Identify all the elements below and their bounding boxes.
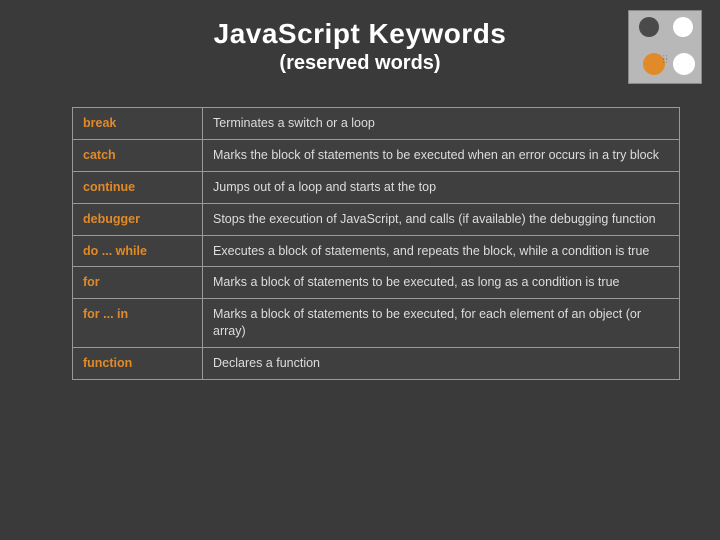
table-row: continue Jumps out of a loop and starts … xyxy=(73,171,680,203)
keyword-cell: do ... while xyxy=(73,235,203,267)
keyword-cell: debugger xyxy=(73,203,203,235)
description-cell: Executes a block of statements, and repe… xyxy=(203,235,680,267)
table-row: for Marks a block of statements to be ex… xyxy=(73,267,680,299)
keyword-cell: for xyxy=(73,267,203,299)
slide-subtitle: (reserved words) xyxy=(0,52,720,75)
description-cell: Jumps out of a loop and starts at the to… xyxy=(203,171,680,203)
description-cell: Terminates a switch or a loop xyxy=(203,108,680,140)
keyword-cell: break xyxy=(73,108,203,140)
table-row: break Terminates a switch or a loop xyxy=(73,108,680,140)
description-cell: Stops the execution of JavaScript, and c… xyxy=(203,203,680,235)
description-cell: Declares a function xyxy=(203,348,680,380)
table-row: function Declares a function xyxy=(73,348,680,380)
table-row: debugger Stops the execution of JavaScri… xyxy=(73,203,680,235)
keywords-table-wrap: break Terminates a switch or a loop catc… xyxy=(72,107,680,380)
slide-logo: :::: xyxy=(628,10,702,84)
table-row: for ... in Marks a block of statements t… xyxy=(73,299,680,348)
table-row: catch Marks the block of statements to b… xyxy=(73,139,680,171)
keywords-table: break Terminates a switch or a loop catc… xyxy=(72,107,680,380)
description-cell: Marks a block of statements to be execut… xyxy=(203,267,680,299)
description-cell: Marks a block of statements to be execut… xyxy=(203,299,680,348)
slide-title: JavaScript Keywords xyxy=(0,18,720,50)
keyword-cell: catch xyxy=(73,139,203,171)
keyword-cell: function xyxy=(73,348,203,380)
keyword-cell: continue xyxy=(73,171,203,203)
table-row: do ... while Executes a block of stateme… xyxy=(73,235,680,267)
description-cell: Marks the block of statements to be exec… xyxy=(203,139,680,171)
slide-header: JavaScript Keywords (reserved words) xyxy=(0,0,720,75)
keyword-cell: for ... in xyxy=(73,299,203,348)
